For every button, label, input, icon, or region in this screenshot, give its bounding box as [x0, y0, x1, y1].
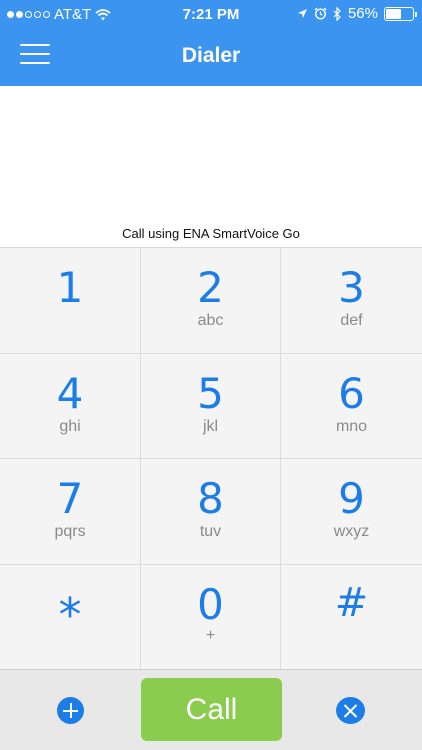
- key-letters: ghi: [59, 417, 81, 435]
- key-letters: pqrs: [54, 523, 86, 540]
- status-bar-right: 56%: [297, 5, 417, 22]
- key-9[interactable]: 9 wxyz: [281, 459, 422, 565]
- key-letters: wxyz: [333, 523, 370, 540]
- alarm-icon: [314, 7, 327, 20]
- call-using-label: Call using ENA SmartVoice Go: [122, 226, 300, 241]
- key-digit: *: [58, 587, 82, 642]
- key-6[interactable]: 6 mno: [281, 354, 422, 459]
- bottom-bar: Call: [0, 669, 422, 750]
- key-letters: jkl: [202, 417, 219, 435]
- plus-circle-icon[interactable]: [57, 697, 84, 724]
- app-header: AT&T 7:21 PM 56% Dialer: [0, 0, 422, 86]
- key-digit: 7: [56, 474, 84, 523]
- delete-icon[interactable]: [336, 697, 365, 724]
- key-digit: 4: [56, 368, 84, 418]
- battery-percent: 56%: [347, 5, 378, 22]
- key-5[interactable]: 5 jkl: [141, 353, 281, 459]
- key-1[interactable]: 1: [0, 248, 141, 354]
- key-digit: 3: [338, 263, 365, 312]
- key-letters: abc: [197, 312, 224, 329]
- battery-level: [386, 8, 401, 19]
- key-2[interactable]: 2 abc: [141, 248, 281, 354]
- key-star[interactable]: *: [0, 564, 141, 670]
- key-3[interactable]: 3 def: [281, 248, 422, 354]
- key-letters: tuv: [199, 523, 222, 540]
- key-letters: +: [205, 626, 216, 644]
- bluetooth-icon: [333, 6, 341, 21]
- key-digit: 5: [197, 368, 224, 418]
- location-arrow-icon: [297, 9, 307, 18]
- key-hash[interactable]: #: [281, 565, 422, 670]
- key-digit: 6: [338, 368, 365, 418]
- keypad: 1 2 abc 3 def 4 ghi 5 jkl 6 mno 7 pqrs 8 tuv 9w…: [0, 247, 422, 670]
- key-digit: 2: [197, 263, 224, 312]
- key-letters: def: [340, 312, 363, 329]
- call-button[interactable]: Call: [141, 678, 282, 741]
- key-8[interactable]: 8 tuv: [141, 459, 281, 565]
- key-0[interactable]: 0 +: [141, 564, 281, 670]
- key-7[interactable]: 7 pqrs: [0, 459, 141, 565]
- key-digit: 0: [197, 579, 224, 629]
- key-letters: mno: [335, 417, 368, 435]
- key-digit: #: [334, 579, 369, 626]
- key-digit: 8: [197, 474, 224, 523]
- key-digit: 1: [56, 263, 84, 312]
- key-4[interactable]: 4 ghi: [0, 353, 141, 459]
- page-title: Dialer: [181, 44, 241, 67]
- number-display: [0, 86, 422, 247]
- key-digit: 9: [338, 474, 365, 523]
- battery-icon: [384, 6, 417, 21]
- status-bar: AT&T 7:21 PM 56%: [0, 0, 422, 30]
